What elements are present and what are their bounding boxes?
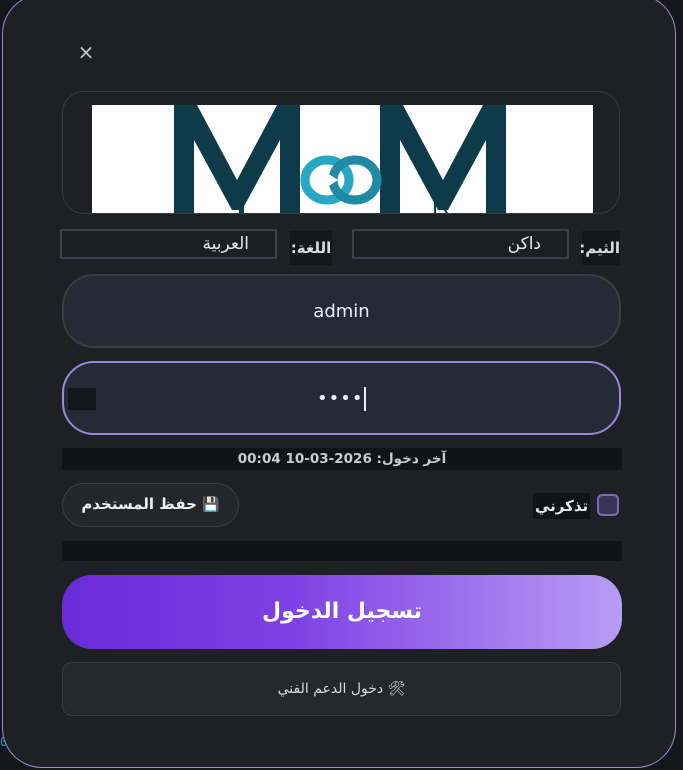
login-dialog: × الثيم: داكن اللغة: العربية admin •••• … — [2, 0, 676, 768]
password-input[interactable]: •••• — [62, 361, 621, 435]
remember-me-checkbox[interactable] — [597, 494, 619, 516]
theme-label: الثيم: — [579, 231, 620, 265]
text-caret — [364, 387, 366, 411]
language-label: اللغة: — [290, 231, 332, 265]
password-mask: •••• — [317, 388, 364, 409]
save-user-button[interactable]: 💾 حفظ المستخدم — [62, 483, 239, 527]
logo-graphic — [174, 105, 506, 213]
last-login-text: آخر دخول: 2026-03-10 00:04 — [62, 448, 622, 470]
support-login-button[interactable]: 🛠 دخول الدعم الفني — [62, 662, 621, 716]
logo-frame — [62, 91, 620, 214]
login-button[interactable]: تسجيل الدخول — [62, 575, 622, 649]
theme-select[interactable]: داكن — [352, 229, 569, 259]
floppy-disk-icon: 💾 — [202, 497, 220, 513]
company-logo — [92, 105, 593, 213]
save-user-label: حفظ المستخدم — [81, 495, 197, 513]
remember-me-label[interactable]: تذكرني — [533, 493, 591, 519]
tools-icon: 🛠 — [387, 681, 406, 697]
status-message-area — [62, 541, 622, 561]
password-toggle[interactable] — [68, 388, 96, 410]
language-select[interactable]: العربية — [60, 229, 277, 259]
support-login-label: دخول الدعم الفني — [277, 681, 384, 697]
close-icon[interactable]: × — [75, 41, 97, 63]
username-input[interactable]: admin — [62, 274, 621, 348]
